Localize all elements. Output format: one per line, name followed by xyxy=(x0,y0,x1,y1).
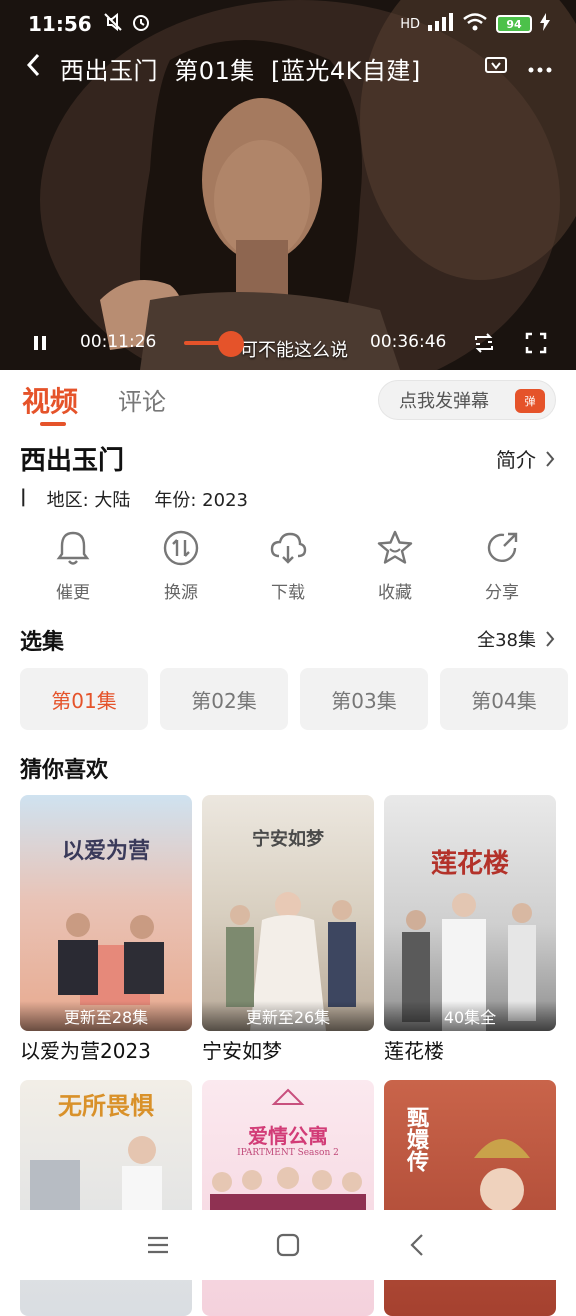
status-time: 11:56 xyxy=(28,12,92,36)
poster: 莲花楼 40集全 xyxy=(384,795,556,1031)
charging-icon xyxy=(540,13,550,35)
share-icon xyxy=(487,532,518,563)
action-label: 下载 xyxy=(271,583,305,603)
signal-icon xyxy=(428,13,454,35)
current-time: 00:11:26 xyxy=(80,332,157,352)
poster-badge: 更新至28集 xyxy=(20,1001,192,1031)
episodes-section-title: 选集 xyxy=(20,630,65,655)
recommend-card[interactable]: 甄嬛传 xyxy=(384,1080,556,1316)
recommend-section-title: 猜你喜欢 xyxy=(20,758,109,783)
remind-update-button[interactable]: 催更 xyxy=(23,528,123,603)
network-type-label: HD xyxy=(400,16,420,32)
poster-figures xyxy=(402,893,536,1031)
card-title: 以爱为营2023 xyxy=(20,1039,151,1063)
danmu-placeholder: 点我发弹幕 xyxy=(399,391,489,412)
tab-video[interactable]: 视频 xyxy=(22,380,78,420)
loop-button[interactable] xyxy=(472,331,496,355)
intro-label: 简介 xyxy=(496,448,536,472)
wifi-icon xyxy=(462,12,488,36)
switch-source-icon xyxy=(163,530,199,566)
poster: 甄嬛传 xyxy=(384,1080,556,1316)
action-label: 催更 xyxy=(56,583,90,603)
content-tabs: 视频 评论 点我发弹幕 弹 xyxy=(0,370,576,432)
system-back-button[interactable] xyxy=(405,1232,431,1258)
loop-icon xyxy=(475,333,493,353)
recommend-card[interactable]: 无所畏惧 xyxy=(20,1080,192,1316)
chevron-right-icon xyxy=(546,450,555,467)
poster: 爱情公寓 IPARTMENT Season 2 xyxy=(202,1080,374,1316)
progress-handle[interactable] xyxy=(218,331,244,357)
system-navigation-bar xyxy=(0,1210,576,1280)
tv-cast-button[interactable] xyxy=(484,55,508,81)
duration-time: 00:36:46 xyxy=(370,332,447,352)
show-title: 西出玉门 xyxy=(20,446,125,476)
poster-badge: 更新至26集 xyxy=(202,1001,374,1031)
show-meta: | 地区: 大陆 年份: 2023 xyxy=(20,486,248,512)
mute-icon xyxy=(102,11,124,38)
status-bar: 11:56 HD 94 xyxy=(0,0,576,48)
switch-source-button[interactable]: 换源 xyxy=(131,528,231,603)
more-dots-icon xyxy=(528,67,552,72)
back-button[interactable] xyxy=(24,52,60,85)
meta-divider: | xyxy=(20,486,27,507)
tv-icon xyxy=(485,57,507,73)
region-label: 地区: 大陆 xyxy=(46,490,131,511)
danmu-input-button[interactable]: 点我发弹幕 弹 xyxy=(378,380,556,420)
poster-badge: 40集全 xyxy=(384,1001,556,1031)
action-label: 收藏 xyxy=(378,583,412,603)
poster-figures xyxy=(30,1136,162,1226)
fullscreen-icon xyxy=(525,332,547,354)
episode-chip[interactable]: 第01集 xyxy=(20,668,148,730)
poster: 以爱为营 更新至28集 xyxy=(20,795,192,1031)
year-label: 年份: 2023 xyxy=(154,490,248,511)
poster: 无所畏惧 xyxy=(20,1080,192,1316)
tab-comments[interactable]: 评论 xyxy=(118,382,166,417)
cloud-download-icon xyxy=(270,532,307,564)
poster-figures xyxy=(468,1139,538,1234)
episode-chip[interactable]: 第03集 xyxy=(300,668,428,730)
bell-icon xyxy=(56,531,90,565)
download-button[interactable]: 下载 xyxy=(238,528,338,603)
video-player[interactable]: 11:56 HD 94 西出玉门 第01集 [蓝光4K自建] 可不能这么说 00… xyxy=(0,0,576,370)
pause-button[interactable] xyxy=(30,333,50,353)
share-button[interactable]: 分享 xyxy=(452,528,552,603)
player-title-bar: 西出玉门 第01集 [蓝光4K自建] xyxy=(0,48,576,88)
chevron-left-icon xyxy=(26,53,40,76)
active-tab-indicator xyxy=(40,422,66,426)
danmu-badge: 弹 xyxy=(515,389,545,413)
action-row: 催更 换源 下载 收藏 分享 xyxy=(0,528,576,608)
favorite-button[interactable]: 收藏 xyxy=(345,528,445,603)
more-button[interactable] xyxy=(528,59,552,78)
battery-indicator: 94 xyxy=(496,15,532,33)
card-title: 莲花楼 xyxy=(384,1039,444,1063)
recent-apps-button[interactable] xyxy=(145,1232,171,1258)
action-label: 换源 xyxy=(164,583,198,603)
player-controls: 00:11:26 00:36:46 xyxy=(0,320,576,366)
intro-link[interactable]: 简介 xyxy=(496,444,556,473)
home-button[interactable] xyxy=(275,1232,301,1258)
recommend-card[interactable]: 宁安如梦 更新至26集 宁安如梦 xyxy=(202,795,374,1064)
poster-figures xyxy=(210,1088,366,1214)
episode-chip[interactable]: 第02集 xyxy=(160,668,288,730)
chevron-left-icon xyxy=(410,1234,423,1256)
all-episodes-link[interactable]: 全38集 xyxy=(477,626,556,652)
fullscreen-button[interactable] xyxy=(524,331,548,355)
card-title: 宁安如梦 xyxy=(202,1039,282,1063)
poster-figures xyxy=(226,892,356,1031)
star-icon xyxy=(377,530,413,564)
pause-icon xyxy=(34,336,46,350)
recommend-card[interactable]: 莲花楼 40集全 莲花楼 xyxy=(384,795,556,1064)
poster: 宁安如梦 更新至26集 xyxy=(202,795,374,1031)
poster-figures xyxy=(58,913,164,1005)
episode-chip[interactable]: 第04集 xyxy=(440,668,568,730)
alarm-icon xyxy=(130,11,152,38)
all-episodes-label: 全38集 xyxy=(477,630,536,651)
home-square-icon xyxy=(276,1233,300,1257)
action-label: 分享 xyxy=(485,583,519,603)
recommend-card[interactable]: 爱情公寓 IPARTMENT Season 2 xyxy=(202,1080,374,1316)
recommend-card[interactable]: 以爱为营 更新至28集 以爱为营2023 xyxy=(20,795,192,1064)
chevron-right-icon xyxy=(546,631,555,647)
menu-lines-icon xyxy=(148,1236,168,1254)
player-title: 西出玉门 第01集 [蓝光4K自建] xyxy=(60,56,421,85)
